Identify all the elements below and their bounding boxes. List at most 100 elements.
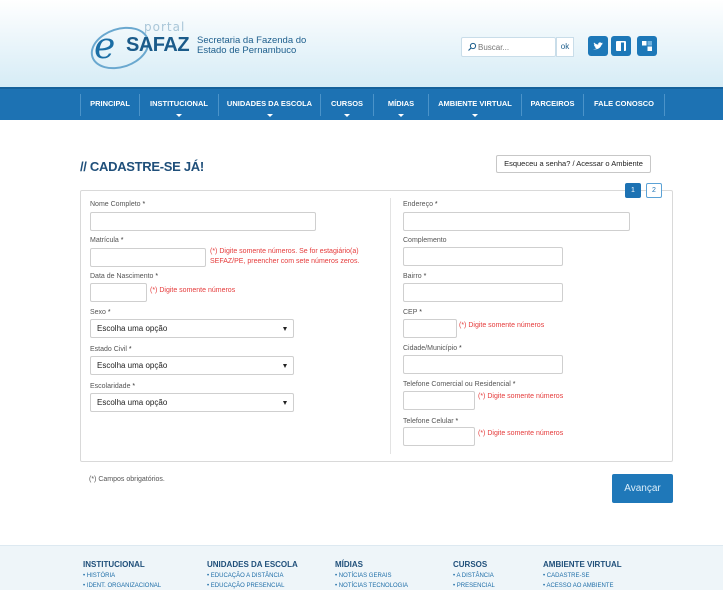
logo-brand-text: SAFAZ [126, 34, 190, 56]
required-marker: * [128, 346, 132, 353]
chevron-down-icon [176, 114, 182, 117]
esafaz-logo[interactable]: portal e SAFAZ [85, 19, 190, 77]
required-marker: * [459, 345, 462, 352]
footer-link[interactable]: HISTÓRIA [83, 573, 161, 579]
tel-celular-hint: (*) Digite somente números [478, 430, 564, 437]
cep-hint: (*) Digite somente números [459, 322, 545, 329]
nav-item-label: INSTITUCIONAL [150, 99, 208, 108]
search-input[interactable] [478, 40, 554, 54]
footer-column-institucional: INSTITUCIONAL HISTÓRIA IDENT. ORGANIZACI… [83, 560, 161, 589]
bairro-label-text: Bairro [403, 273, 422, 280]
footer-link[interactable]: PRESENCIAL [453, 583, 495, 589]
nav-item-cursos[interactable]: CURSOS [321, 89, 373, 120]
forgot-password-button[interactable]: Esqueceu a senha? / Acessar o Ambiente [496, 155, 651, 173]
footer-link[interactable]: NOTÍCIAS GERAIS [335, 573, 408, 579]
tel-celular-input[interactable] [403, 427, 475, 446]
footer-heading: MÍDIAS [335, 560, 363, 569]
other-social-icon[interactable] [637, 36, 657, 56]
nav-item-label: AMBIENTE VIRTUAL [438, 99, 512, 108]
footer-heading: INSTITUCIONAL [83, 560, 145, 569]
required-marker: * [120, 237, 124, 244]
estado-civil-select-value: Escolha uma opção [97, 361, 168, 370]
footer-column-midias: MÍDIAS NOTÍCIAS GERAIS NOTÍCIAS TECNOLOG… [335, 560, 408, 589]
endereco-label-text: Endereço [403, 201, 433, 208]
estado-civil-label-text: Estado Civil [90, 346, 127, 353]
bairro-label: Bairro * [403, 273, 426, 280]
cidade-label-text: Cidade/Município [403, 345, 458, 352]
required-marker: * [132, 383, 136, 390]
nav-item-midias[interactable]: MÍDIAS [374, 89, 428, 120]
site-header: portal e SAFAZ Secretaria da Fazenda do … [0, 0, 723, 87]
footer-link[interactable]: EDUCAÇÃO A DISTÂNCIA [207, 573, 298, 579]
matricula-input[interactable] [90, 248, 206, 267]
tel-comercial-label: Telefone Comercial ou Residencial * [403, 381, 515, 388]
footer-column-cursos: CURSOS A DISTÂNCIA PRESENCIAL [453, 560, 495, 589]
nav-item-principal[interactable]: PRINCIPAL [81, 89, 139, 120]
matricula-label: Matrícula * [90, 237, 123, 244]
tel-comercial-label-text: Telefone Comercial ou Residencial [403, 381, 511, 388]
nav-item-label: MÍDIAS [387, 99, 415, 108]
chevron-down-icon [472, 114, 478, 117]
tel-comercial-input[interactable] [403, 391, 475, 410]
nav-item-label: CURSOS [330, 99, 364, 108]
endereco-label: Endereço * [403, 201, 438, 208]
matricula-label-text: Matrícula [90, 237, 119, 244]
tel-celular-label-text: Telefone Celular [403, 418, 454, 425]
main-navigation: PRINCIPAL INSTITUCIONAL UNIDADES DA ESCO… [0, 87, 723, 120]
escolaridade-select[interactable]: Escolha uma opção [90, 393, 294, 412]
escolaridade-label-text: Escolaridade [90, 383, 131, 390]
footer-link[interactable]: EDUCAÇÃO PRESENCIAL [207, 583, 298, 589]
matricula-hint-line-2: SEFAZ/PE, preencher com sete números zer… [210, 258, 360, 265]
footer-link[interactable]: CADASTRE-SE [543, 573, 622, 579]
dropdown-arrow-icon [283, 327, 287, 331]
nav-item-ambiente-virtual[interactable]: AMBIENTE VIRTUAL [429, 89, 521, 120]
required-marker: * [423, 273, 427, 280]
complemento-input[interactable] [403, 247, 563, 266]
advance-button[interactable]: Avançar [612, 474, 673, 503]
footer-link[interactable]: ACESSO AO AMBIENTE [543, 583, 622, 589]
nav-item-institucional[interactable]: INSTITUCIONAL [140, 89, 218, 120]
nav-item-fale-conosco[interactable]: FALE CONOSCO [584, 89, 664, 120]
footer-link[interactable]: IDENT. ORGANIZACIONAL [83, 583, 161, 589]
facebook-icon[interactable] [611, 36, 631, 56]
nascimento-hint: (*) Digite somente números [150, 287, 236, 294]
required-marker: * [512, 381, 516, 388]
bairro-input[interactable] [403, 283, 563, 302]
sexo-select[interactable]: Escolha uma opção [90, 319, 294, 338]
cep-label: CEP * [403, 309, 422, 316]
step-1-button[interactable]: 1 [625, 183, 641, 198]
nav-separator [664, 94, 665, 116]
required-marker: * [107, 309, 111, 316]
twitter-icon[interactable] [588, 36, 608, 56]
nav-item-label: UNIDADES DA ESCOLA [226, 99, 313, 108]
column-divider [390, 198, 391, 454]
nav-item-parceiros[interactable]: PARCEIROS [522, 89, 583, 120]
sexo-select-value: Escolha uma opção [97, 324, 168, 333]
required-marker: * [434, 201, 438, 208]
search-ok-button[interactable]: ok [556, 37, 574, 57]
cep-label-text: CEP [403, 309, 418, 316]
page-title: // CADASTRE-SE JÁ! [80, 159, 204, 174]
sexo-label-text: Sexo [90, 309, 106, 316]
escolaridade-label: Escolaridade * [90, 383, 135, 390]
organization-line-2: Estado de Pernambuco [197, 45, 297, 56]
footer-heading: AMBIENTE VIRTUAL [543, 560, 622, 569]
endereco-input[interactable] [403, 212, 630, 231]
nav-item-unidades[interactable]: UNIDADES DA ESCOLA [219, 89, 320, 120]
step-2-button[interactable]: 2 [646, 183, 662, 198]
dropdown-arrow-icon [283, 364, 287, 368]
site-footer: INSTITUCIONAL HISTÓRIA IDENT. ORGANIZACI… [0, 545, 723, 590]
nav-item-label: PRINCIPAL [90, 99, 130, 108]
footer-link[interactable]: NOTÍCIAS TECNOLOGIA [335, 583, 408, 589]
estado-civil-label: Estado Civil * [90, 346, 132, 353]
estado-civil-select[interactable]: Escolha uma opção [90, 356, 294, 375]
cidade-input[interactable] [403, 355, 563, 374]
cep-input[interactable] [403, 319, 457, 338]
search-icon [468, 42, 477, 51]
nome-input[interactable] [90, 212, 316, 231]
nome-label-text: Nome Completo [90, 201, 141, 208]
matricula-hint: (*) Digite somente números. Se for estag… [210, 247, 359, 267]
footer-link[interactable]: A DISTÂNCIA [453, 573, 495, 579]
dropdown-arrow-icon [283, 401, 287, 405]
nascimento-input[interactable] [90, 283, 147, 302]
